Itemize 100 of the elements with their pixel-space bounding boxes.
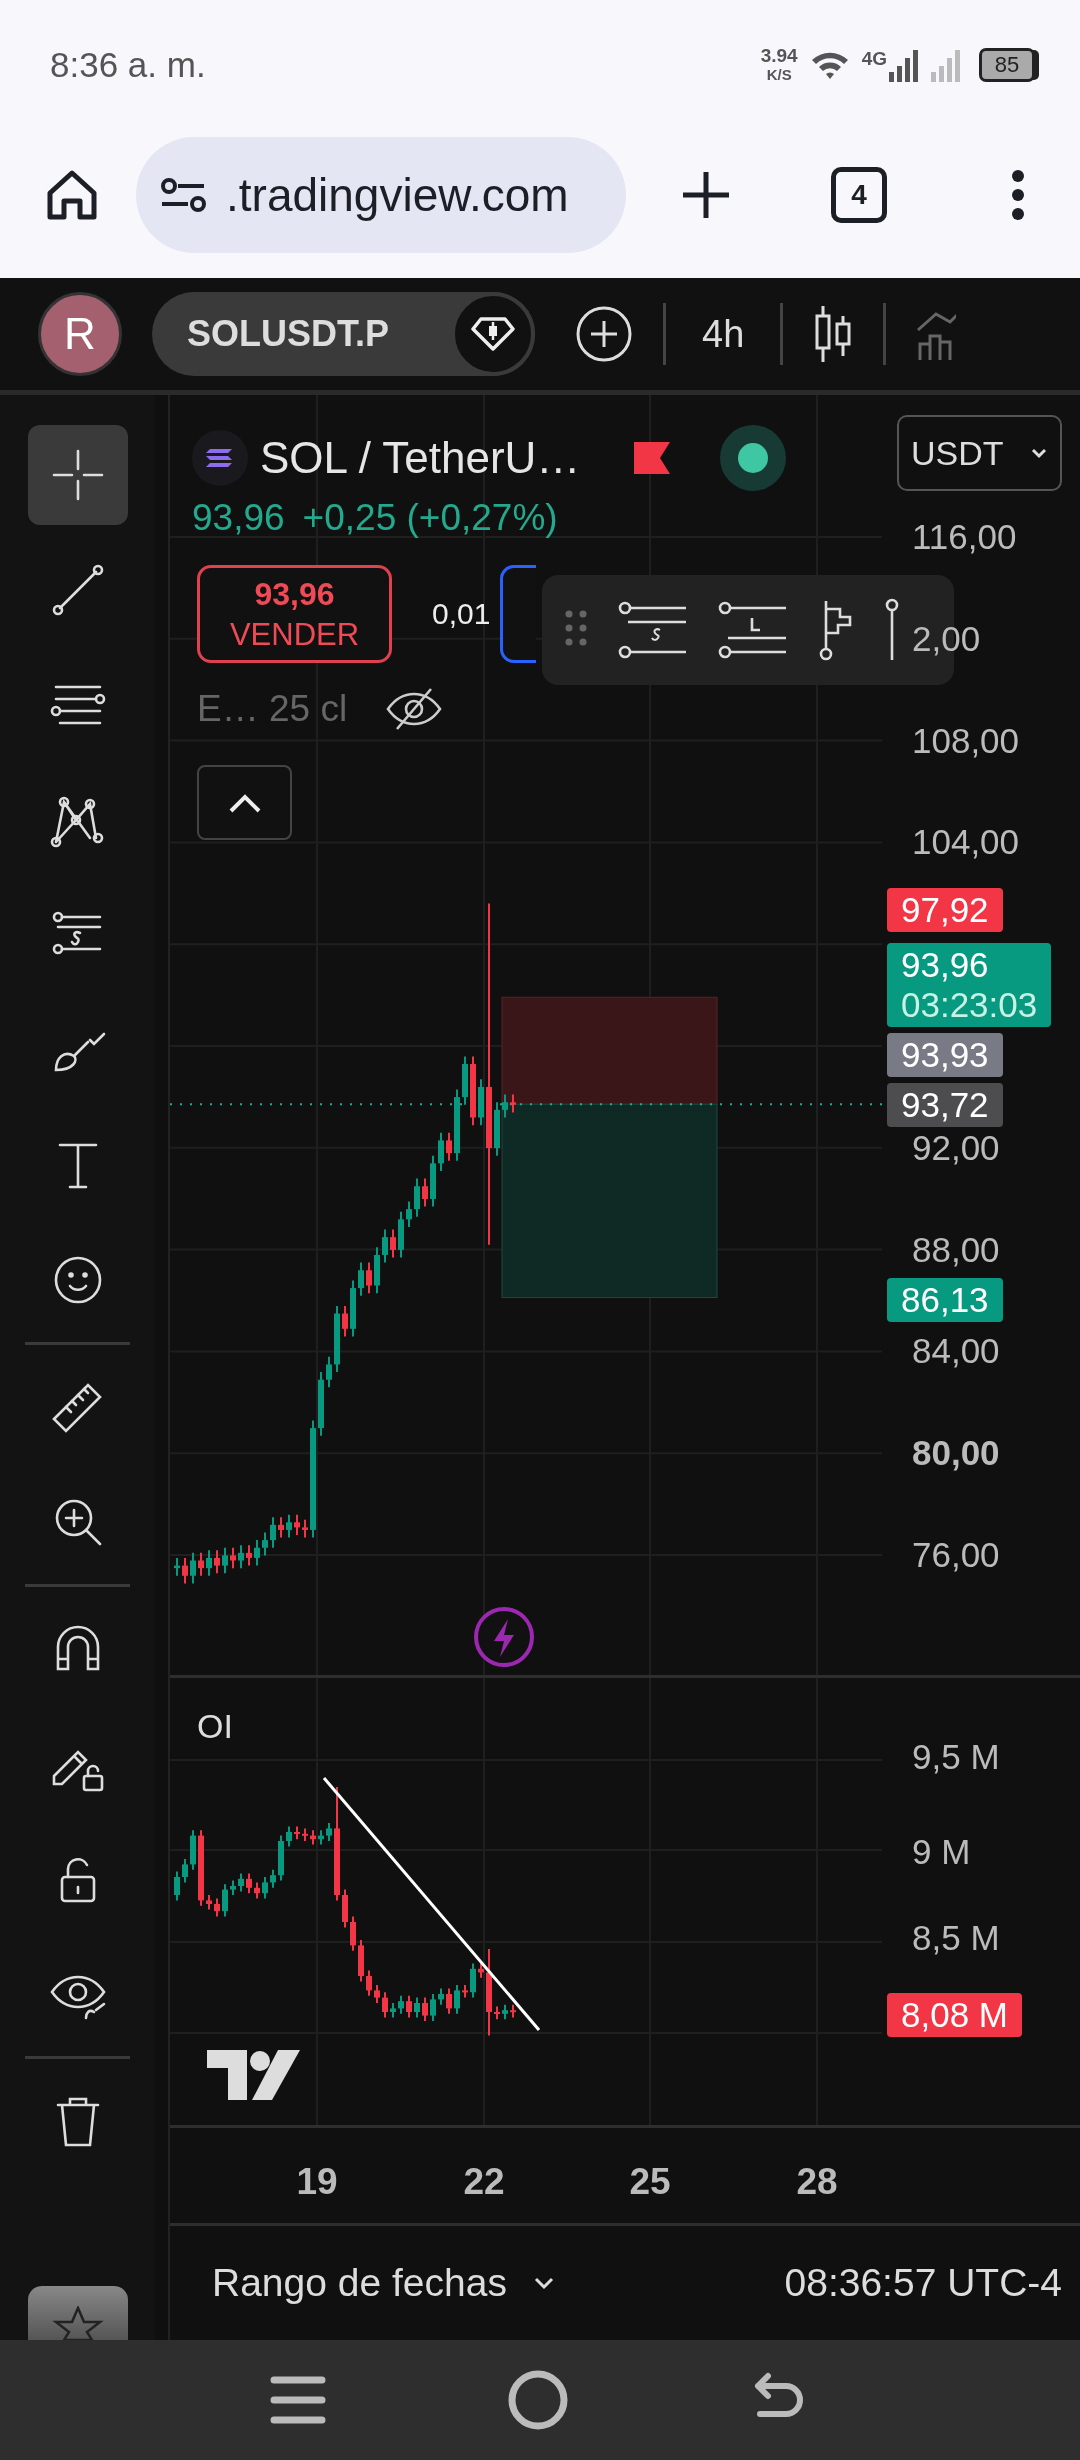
candle bbox=[238, 1872, 244, 1893]
date-tick: 25 bbox=[628, 2161, 672, 2203]
candle bbox=[318, 1829, 324, 1846]
candle bbox=[406, 1200, 412, 1228]
symbol-name: SOLUSDT.P bbox=[187, 313, 390, 355]
date-range-dropdown[interactable]: Rango de fechas bbox=[212, 2260, 555, 2305]
symbol-title[interactable]: SOL / TetherU… bbox=[260, 433, 581, 483]
avatar[interactable]: R bbox=[38, 292, 122, 376]
candle bbox=[390, 1228, 396, 1259]
quantity[interactable]: 0,01 bbox=[432, 597, 491, 631]
candle bbox=[494, 2005, 500, 2021]
bar-countdown: 03:23:03 bbox=[901, 985, 1038, 1025]
candle bbox=[230, 1879, 236, 1896]
candle bbox=[326, 1355, 332, 1389]
candle bbox=[270, 1516, 276, 1549]
new-tab-icon[interactable] bbox=[681, 170, 731, 220]
candle bbox=[254, 1539, 260, 1567]
add-icon[interactable] bbox=[575, 305, 633, 363]
favorites-button[interactable] bbox=[27, 2286, 128, 2340]
long-position-icon[interactable] bbox=[718, 600, 788, 660]
candle bbox=[278, 1516, 284, 1539]
candle bbox=[326, 1822, 332, 1842]
home-button-icon[interactable] bbox=[507, 2369, 569, 2431]
candle bbox=[318, 1371, 324, 1437]
candles-icon[interactable] bbox=[813, 304, 854, 364]
tab-count-button[interactable]: 4 bbox=[831, 167, 887, 223]
url-text: .tradingview.com bbox=[226, 168, 569, 222]
candle bbox=[310, 1829, 316, 1846]
menu-icon[interactable] bbox=[1010, 169, 1026, 221]
candle bbox=[406, 1994, 412, 2019]
price-tick: 84,00 bbox=[912, 1331, 1000, 1372]
currency-dropdown[interactable]: USDT bbox=[897, 415, 1062, 491]
trend-line[interactable] bbox=[322, 1777, 541, 2031]
candle bbox=[262, 1876, 268, 1900]
logo-icon bbox=[207, 2050, 300, 2100]
buy-button[interactable] bbox=[500, 565, 537, 663]
candle bbox=[182, 1858, 188, 1884]
candle bbox=[494, 1101, 500, 1157]
candle bbox=[478, 1962, 484, 1979]
date-tick: 22 bbox=[462, 2161, 506, 2203]
price-tick: 2,00 bbox=[912, 618, 981, 659]
candle bbox=[438, 1987, 444, 2006]
crosshair-tool-button[interactable] bbox=[27, 425, 128, 525]
candle bbox=[342, 1304, 348, 1338]
candle bbox=[398, 1994, 404, 2015]
address-bar[interactable]: .tradingview.com bbox=[136, 137, 626, 253]
candle bbox=[246, 1544, 252, 1567]
collapse-button[interactable] bbox=[197, 765, 292, 840]
symbol-search[interactable]: SOLUSDT.P bbox=[152, 292, 535, 376]
candle bbox=[422, 1177, 428, 1208]
candle bbox=[294, 1825, 300, 1841]
candle bbox=[190, 1551, 196, 1585]
candle bbox=[342, 1888, 348, 1929]
oi-tick: 9,5 M bbox=[912, 1737, 1000, 1777]
timezone-clock[interactable]: 08:36:57 UTC-4 bbox=[784, 2260, 1062, 2305]
candle bbox=[366, 1969, 372, 1997]
volume-profile-icon[interactable] bbox=[818, 599, 854, 661]
chevron-down-icon bbox=[532, 2275, 555, 2290]
price-tick: 92,00 bbox=[912, 1127, 1000, 1168]
candle bbox=[366, 1261, 372, 1295]
candle bbox=[190, 1829, 196, 1871]
candle bbox=[454, 1984, 460, 2015]
candle bbox=[382, 1228, 388, 1264]
interval-button[interactable]: 4h bbox=[696, 312, 751, 356]
candle bbox=[374, 1984, 380, 2004]
candle bbox=[238, 1544, 244, 1570]
price-label: 93,93 bbox=[901, 1035, 989, 1075]
candle bbox=[430, 1993, 436, 2022]
candle bbox=[206, 1894, 212, 1911]
candle bbox=[174, 1870, 180, 1902]
oi-badge: 8,08 M bbox=[887, 1993, 1022, 2037]
candle bbox=[294, 1513, 300, 1537]
candle bbox=[470, 1962, 476, 1999]
eye-off-icon[interactable] bbox=[385, 687, 444, 731]
candle bbox=[222, 1883, 228, 1918]
candle bbox=[230, 1546, 236, 1570]
price-change: +0,25 (+0,27%) bbox=[302, 497, 558, 539]
flag-icon[interactable] bbox=[632, 440, 673, 476]
candle bbox=[278, 1834, 284, 1882]
candle bbox=[334, 1304, 340, 1374]
lightning-icon[interactable] bbox=[474, 1607, 534, 1667]
price-tick: 80,00 bbox=[912, 1433, 1000, 1474]
candle bbox=[374, 1246, 380, 1295]
candle bbox=[502, 2003, 508, 2021]
price-tick: 108,00 bbox=[912, 720, 1020, 761]
candle bbox=[302, 1518, 308, 1539]
short-position-icon[interactable] bbox=[618, 600, 688, 660]
network-speed: 3.94 K/S bbox=[760, 46, 798, 84]
candle bbox=[182, 1556, 188, 1585]
indicator-title: OI bbox=[197, 1707, 233, 1746]
candle bbox=[390, 2002, 396, 2019]
vertical-line-icon[interactable] bbox=[884, 598, 900, 662]
site-settings-icon[interactable] bbox=[160, 175, 208, 215]
candle bbox=[510, 2003, 516, 2019]
sell-button[interactable]: 93,96 VENDER bbox=[197, 565, 392, 663]
candle bbox=[222, 1546, 228, 1575]
network-type: 4G bbox=[861, 48, 887, 70]
candle bbox=[198, 1551, 204, 1577]
candle bbox=[470, 1055, 476, 1127]
oi-tick: 8,5 M bbox=[912, 1918, 1000, 1958]
